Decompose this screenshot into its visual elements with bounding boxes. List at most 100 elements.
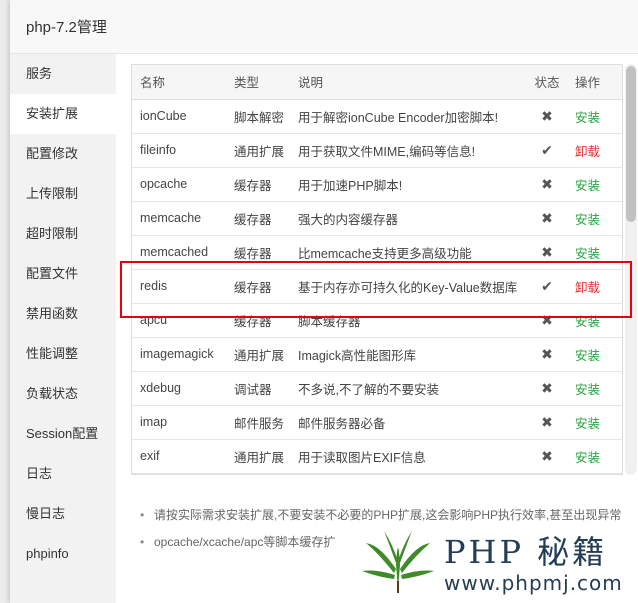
- sidebar-item[interactable]: 性能调整: [10, 334, 116, 374]
- extension-type: 调试器: [226, 371, 290, 406]
- extension-type: 通用扩展: [226, 439, 290, 474]
- extension-name: apcu: [132, 303, 226, 338]
- extension-action: 安装: [567, 99, 622, 134]
- extension-desc: 用于获取文件MIME,编码等信息!: [290, 133, 527, 168]
- extension-action: 安装: [567, 201, 622, 236]
- extension-status: ✖: [527, 235, 567, 270]
- extension-status: ✖: [527, 371, 567, 406]
- extension-action: 安装: [567, 405, 622, 440]
- cross-icon: ✖: [541, 243, 553, 260]
- watermark-title: PHP 秘籍: [444, 533, 608, 571]
- table-row: memcache 缓存器 强大的内容缓存器 ✖ 安装: [132, 201, 622, 236]
- install-link[interactable]: 安装: [575, 417, 600, 431]
- extension-type: 脚本解密: [226, 99, 290, 134]
- sidebar-item[interactable]: 禁用函数: [10, 294, 116, 334]
- extension-desc: 用于解密ionCube Encoder加密脚本!: [290, 99, 527, 134]
- extension-type: 缓存器: [226, 201, 290, 236]
- extension-action: 安装: [567, 439, 622, 474]
- extension-status: ✖: [527, 201, 567, 236]
- cross-icon: ✖: [541, 447, 553, 464]
- extension-status: ✔: [527, 133, 567, 168]
- extension-action: 安装: [567, 303, 622, 338]
- header-action: 操作: [567, 65, 622, 100]
- extension-status: ✖: [527, 405, 567, 440]
- main-content: 名称 类型 说明 状态 操作 ionCube 脚本解密 用于解密ionCube En…: [116, 54, 638, 603]
- extension-action: 卸载: [567, 269, 622, 304]
- extension-name: memcached: [132, 235, 226, 270]
- extension-desc: Imagick高性能图形库: [290, 337, 527, 372]
- extension-status: ✔: [527, 269, 567, 304]
- sidebar-item[interactable]: Session配置: [10, 414, 116, 454]
- extension-type: 通用扩展: [226, 337, 290, 372]
- uninstall-link[interactable]: 卸载: [575, 145, 600, 159]
- sidebar-item[interactable]: 安装扩展: [10, 94, 116, 134]
- install-link[interactable]: 安装: [575, 213, 600, 227]
- extension-type: 缓存器: [226, 167, 290, 202]
- watermark: PHP 秘籍 www.phpmj.com: [358, 525, 638, 595]
- sidebar-item[interactable]: 日志: [10, 454, 116, 494]
- extension-action: 安装: [567, 167, 622, 202]
- extension-type: 缓存器: [226, 303, 290, 338]
- extension-name: opcache: [132, 167, 226, 202]
- extension-name: fileinfo: [132, 133, 226, 168]
- table-row: imap 邮件服务 邮件服务器必备 ✖ 安装: [132, 405, 622, 440]
- extension-status: ✖: [527, 303, 567, 338]
- table-row: memcached 缓存器 比memcache支持更多高级功能 ✖ 安装: [132, 235, 622, 270]
- extension-name: exif: [132, 439, 226, 474]
- extension-action: 卸载: [567, 133, 622, 168]
- extensions-table-container: 名称 类型 说明 状态 操作 ionCube 脚本解密 用于解密ionCube En…: [131, 64, 623, 475]
- extension-name: imap: [132, 405, 226, 440]
- extension-name: xdebug: [132, 371, 226, 406]
- install-link[interactable]: 安装: [575, 247, 600, 261]
- install-link[interactable]: 安装: [575, 383, 600, 397]
- extension-status: ✖: [527, 99, 567, 134]
- install-link[interactable]: 安装: [575, 111, 600, 125]
- sidebar-item[interactable]: 上传限制: [10, 174, 116, 214]
- extension-type: 缓存器: [226, 269, 290, 304]
- extension-action: 安装: [567, 337, 622, 372]
- cross-icon: ✖: [541, 209, 553, 226]
- extension-type: 缓存器: [226, 235, 290, 270]
- sidebar-item[interactable]: 服务: [10, 54, 116, 94]
- header-name: 名称: [132, 65, 226, 100]
- sidebar-item[interactable]: phpinfo: [10, 534, 116, 574]
- table-row: fileinfo 通用扩展 用于获取文件MIME,编码等信息! ✔ 卸载: [132, 133, 622, 168]
- table-row: opcache 缓存器 用于加速PHP脚本! ✖ 安装: [132, 167, 622, 202]
- header-status: 状态: [527, 65, 567, 100]
- sidebar-item[interactable]: 配置文件: [10, 254, 116, 294]
- table-row: redis 缓存器 基于内存亦可持久化的Key-Value数据库 ✔ 卸载: [132, 269, 622, 304]
- check-icon: ✔: [541, 141, 553, 158]
- sidebar-nav: 服务 安装扩展 配置修改 上传限制 超时限制 配置文件 禁用函数 性能调整 负载状态 Sessio…: [10, 54, 116, 603]
- install-link[interactable]: 安装: [575, 315, 600, 329]
- sidebar-item[interactable]: 超时限制: [10, 214, 116, 254]
- extension-desc: 基于内存亦可持久化的Key-Value数据库: [290, 269, 527, 304]
- install-link[interactable]: 安装: [575, 349, 600, 363]
- sidebar-item[interactable]: 慢日志: [10, 494, 116, 534]
- extension-desc: 用于加速PHP脚本!: [290, 167, 527, 202]
- sidebar-item[interactable]: 负载状态: [10, 374, 116, 414]
- cross-icon: ✖: [541, 175, 553, 192]
- extension-desc: 脚本缓存器: [290, 303, 527, 338]
- extension-desc: 不多说,不了解的不要安装: [290, 371, 527, 406]
- header-desc: 说明: [290, 65, 527, 100]
- dialog-titlebar: php-7.2管理: [10, 0, 638, 54]
- extension-action: 安装: [567, 235, 622, 270]
- table-scrollbar[interactable]: [625, 64, 637, 475]
- extension-name: redis: [132, 269, 226, 304]
- header-type: 类型: [226, 65, 290, 100]
- install-link[interactable]: 安装: [575, 451, 600, 465]
- check-icon: ✔: [541, 277, 553, 294]
- extension-action: 安装: [567, 371, 622, 406]
- extension-type: 邮件服务: [226, 405, 290, 440]
- cross-icon: ✖: [541, 311, 553, 328]
- extensions-table: 名称 类型 说明 状态 操作 ionCube 脚本解密 用于解密ionCube En…: [132, 65, 622, 474]
- watermark-url: www.phpmj.com: [444, 571, 623, 595]
- scrollbar-thumb[interactable]: [626, 66, 636, 222]
- sidebar-item[interactable]: 配置修改: [10, 134, 116, 174]
- uninstall-link[interactable]: 卸载: [575, 281, 600, 295]
- extension-name: ionCube: [132, 99, 226, 134]
- extension-status: ✖: [527, 167, 567, 202]
- cross-icon: ✖: [541, 107, 553, 124]
- extension-status: ✖: [527, 439, 567, 474]
- install-link[interactable]: 安装: [575, 179, 600, 193]
